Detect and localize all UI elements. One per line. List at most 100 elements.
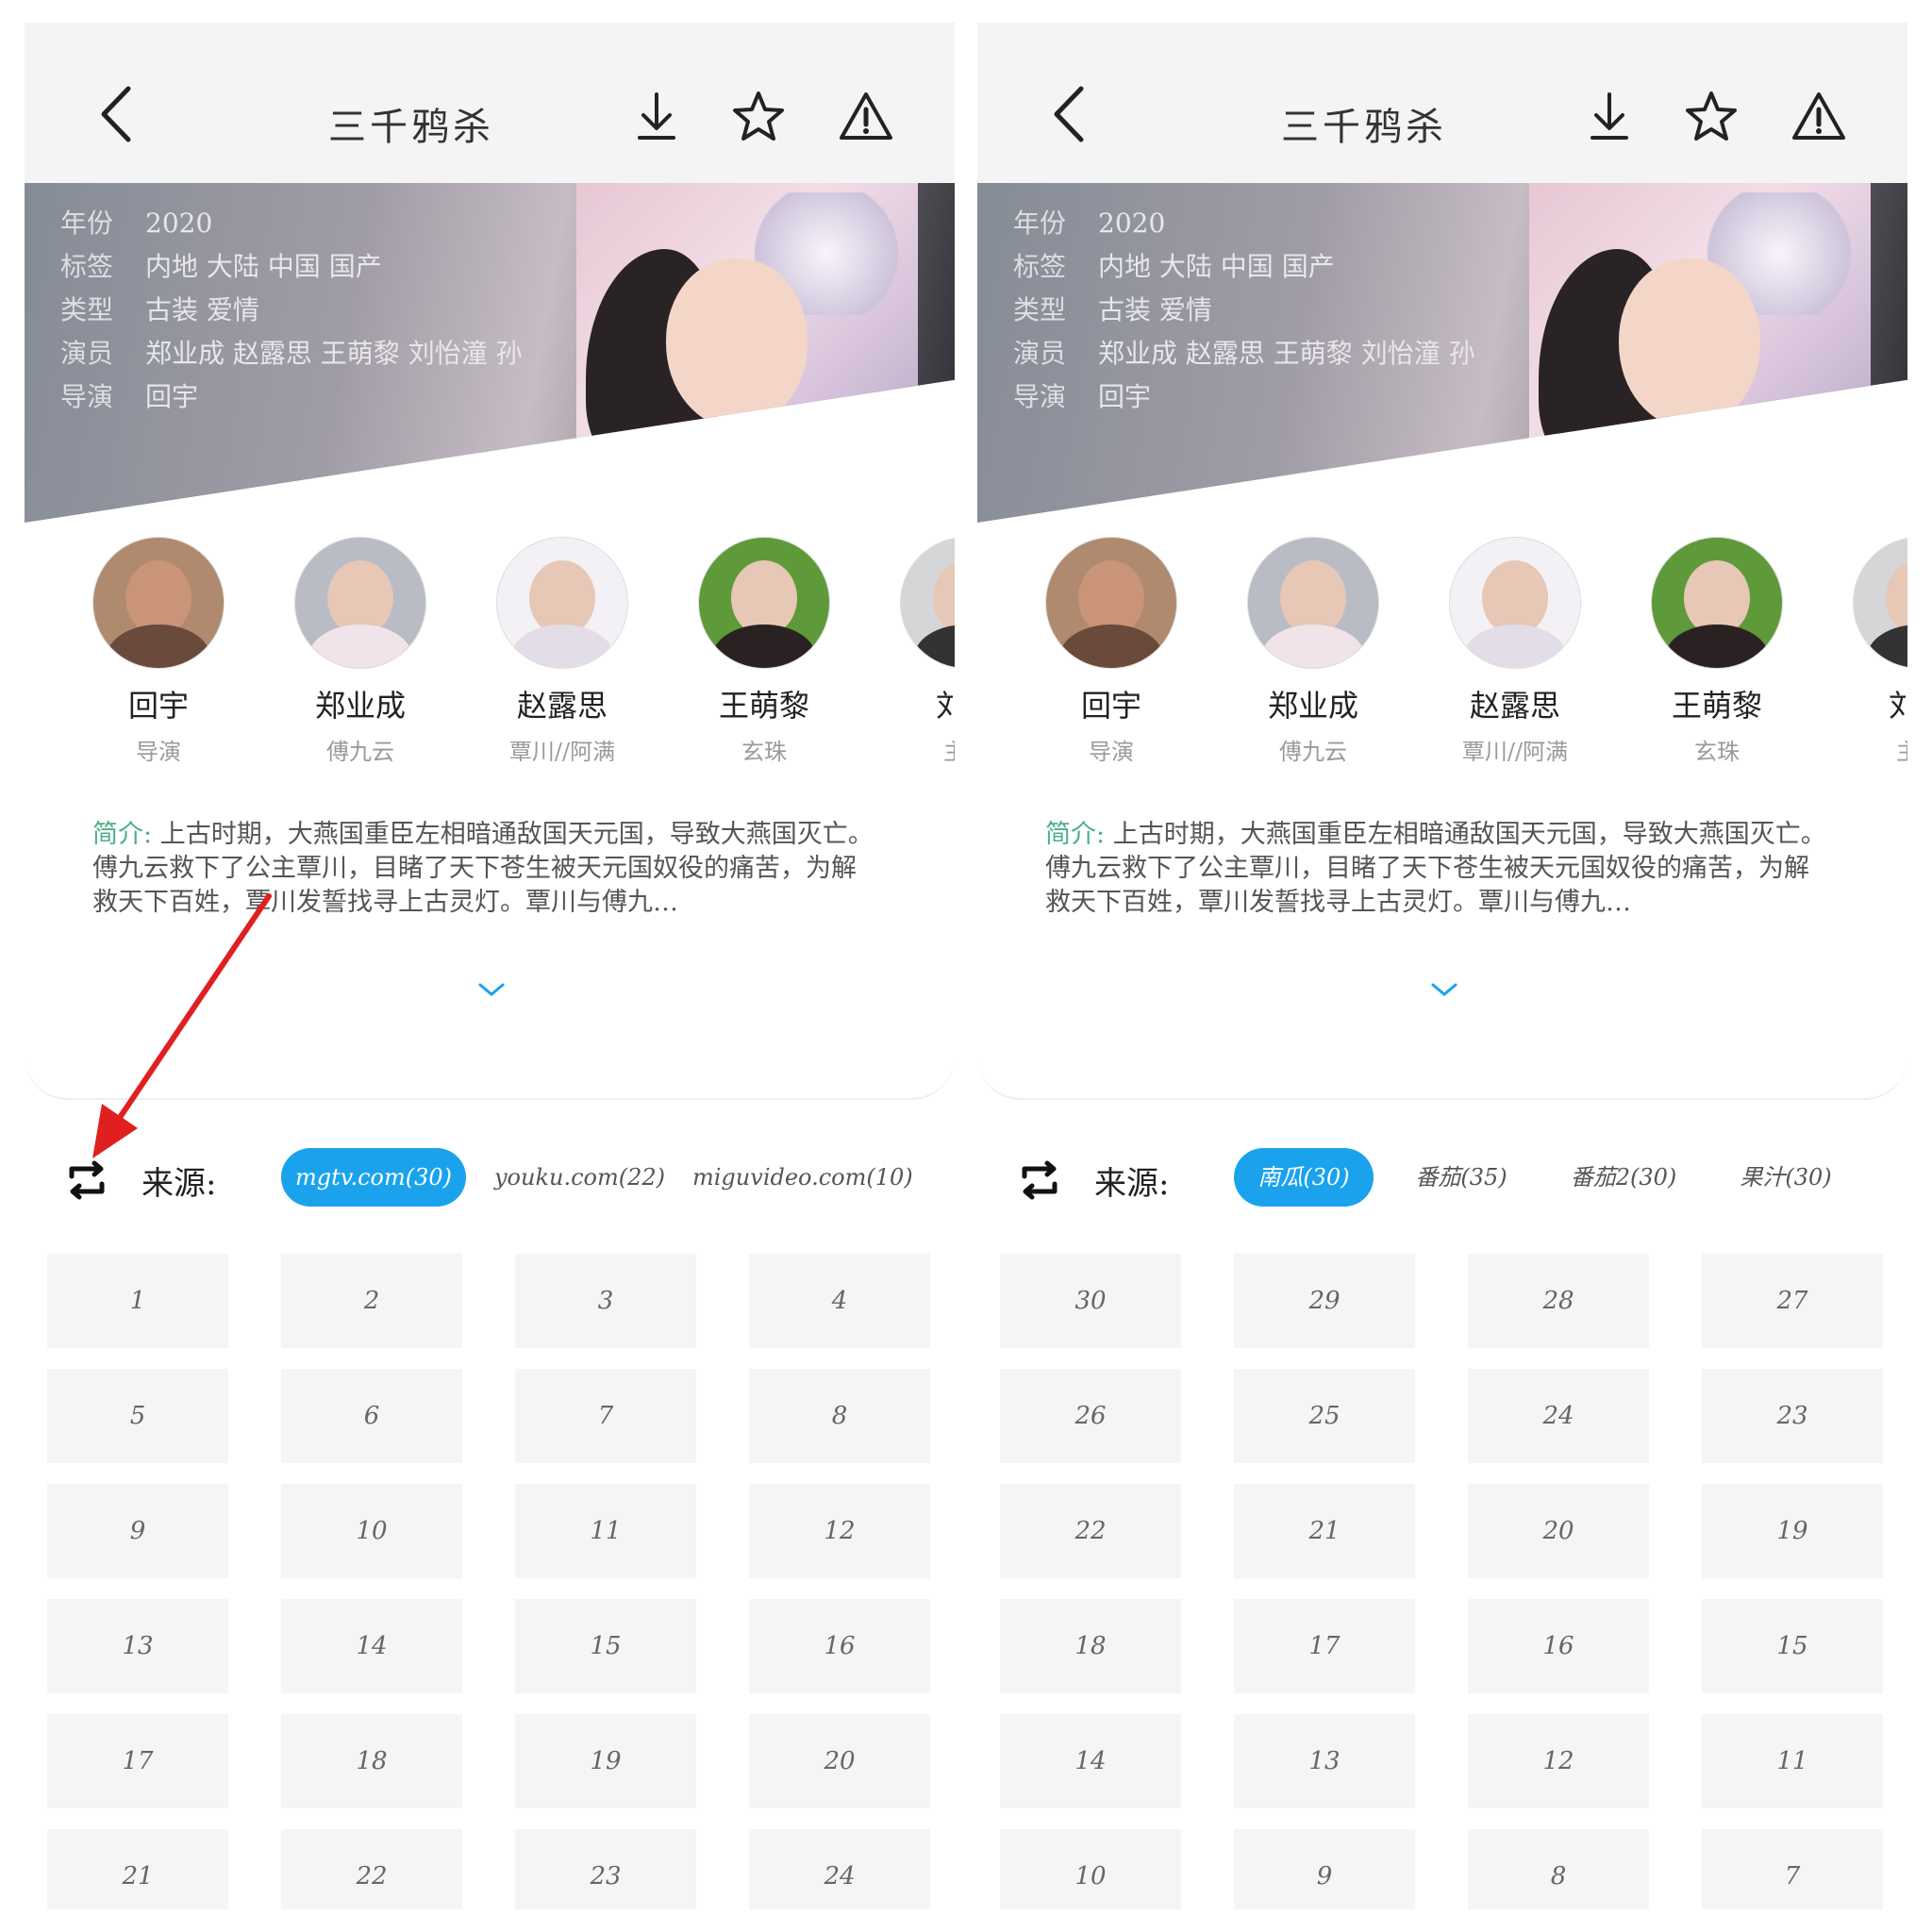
episode-button[interactable]: 10 — [1000, 1829, 1181, 1909]
episode-button[interactable]: 4 — [749, 1254, 930, 1348]
card-divider — [977, 1051, 1907, 1100]
download-icon[interactable] — [628, 89, 685, 145]
avatar — [1247, 537, 1379, 669]
episode-button[interactable]: 24 — [1468, 1369, 1649, 1463]
episode-button[interactable]: 25 — [1234, 1369, 1415, 1463]
episode-button[interactable]: 28 — [1468, 1254, 1649, 1348]
back-icon[interactable] — [91, 81, 142, 147]
episode-button[interactable]: 24 — [749, 1829, 930, 1909]
cast-member[interactable]: 赵露思 覃川//阿满 — [468, 537, 657, 766]
cast-member[interactable]: 刘怡 主演 — [1824, 537, 1907, 766]
episode-button[interactable]: 16 — [1468, 1599, 1649, 1693]
episode-button[interactable]: 30 — [1000, 1254, 1181, 1348]
episode-button[interactable]: 22 — [1000, 1484, 1181, 1578]
page-title: 三千鸦杀 — [1281, 106, 1447, 149]
top-bar: 三千鸦杀 — [25, 23, 955, 183]
episode-button[interactable]: 23 — [1702, 1369, 1883, 1463]
meta-row: 标签 内地 大陆 中国 国产 — [60, 251, 382, 282]
chevron-down-icon[interactable] — [1425, 975, 1463, 1004]
source-tab[interactable]: 番茄(35) — [1400, 1148, 1523, 1207]
cast-member[interactable]: 刘怡 主演 — [872, 537, 955, 766]
chevron-down-icon[interactable] — [473, 975, 510, 1004]
episode-button[interactable]: 12 — [1468, 1714, 1649, 1808]
synopsis: 简介: 上古时期，大燕国重臣左相暗通敌国天元国，导致大燕国灭亡。傅九云救下了公主… — [1045, 818, 1828, 920]
source-bar: 来源: mgtv.com(30) youku.com(22) miguvideo… — [25, 1141, 955, 1216]
episode-button[interactable]: 26 — [1000, 1369, 1181, 1463]
source-tab[interactable]: miguvideo.com(10) — [692, 1148, 913, 1207]
episode-button[interactable]: 9 — [1234, 1829, 1415, 1909]
cast-member[interactable]: 王萌黎 玄珠 — [670, 537, 858, 766]
synopsis-text: 上古时期，大燕国重臣左相暗通敌国天元国，导致大燕国灭亡。傅九云救下了公主覃川，目… — [1045, 820, 1826, 917]
star-icon[interactable] — [1683, 89, 1740, 145]
episode-button[interactable]: 23 — [515, 1829, 696, 1909]
episode-button[interactable]: 19 — [1702, 1484, 1883, 1578]
episode-button[interactable]: 18 — [1000, 1599, 1181, 1693]
avatar — [1651, 537, 1783, 669]
episode-button[interactable]: 6 — [281, 1369, 462, 1463]
episode-button[interactable]: 20 — [1468, 1484, 1649, 1578]
source-tab[interactable]: youku.com(22) — [494, 1148, 665, 1207]
episode-button[interactable]: 13 — [47, 1599, 228, 1693]
episode-button[interactable]: 10 — [281, 1484, 462, 1578]
swap-source-icon[interactable] — [62, 1156, 111, 1205]
poster-image — [1529, 183, 1871, 466]
meta-row: 年份 2020 — [1013, 208, 1166, 239]
meta-row: 演员 郑业成 赵露思 王萌黎 刘怡潼 孙 — [60, 338, 523, 369]
warning-icon[interactable] — [1790, 89, 1847, 145]
cast-member[interactable]: 郑业成 傅九云 — [1219, 537, 1407, 766]
cast-member[interactable]: 郑业成 傅九云 — [266, 537, 455, 766]
cast-member[interactable]: 赵露思 覃川//阿满 — [1421, 537, 1609, 766]
episode-button[interactable]: 15 — [515, 1599, 696, 1693]
episode-button[interactable]: 17 — [47, 1714, 228, 1808]
episode-button[interactable]: 29 — [1234, 1254, 1415, 1348]
page-title: 三千鸦杀 — [328, 106, 494, 149]
swap-source-icon[interactable] — [1015, 1156, 1064, 1205]
episode-button[interactable]: 17 — [1234, 1599, 1415, 1693]
episode-button[interactable]: 22 — [281, 1829, 462, 1909]
warning-icon[interactable] — [838, 89, 894, 145]
star-icon[interactable] — [730, 89, 787, 145]
back-icon[interactable] — [1043, 81, 1094, 147]
avatar — [698, 537, 830, 669]
screen-left: 三千鸦杀 年份 2020 标签 内地 大陆 中国 国产 类型 古装 爱情 演员 郑业成 … — [25, 23, 955, 1909]
episode-button[interactable]: 19 — [515, 1714, 696, 1808]
source-label: 来源: — [142, 1165, 217, 1203]
episode-button[interactable]: 2 — [281, 1254, 462, 1348]
episode-button[interactable]: 21 — [47, 1829, 228, 1909]
episode-button[interactable]: 3 — [515, 1254, 696, 1348]
episode-button[interactable]: 8 — [1468, 1829, 1649, 1909]
episode-button[interactable]: 20 — [749, 1714, 930, 1808]
episode-button[interactable]: 14 — [281, 1599, 462, 1693]
synopsis: 简介: 上古时期，大燕国重臣左相暗通敌国天元国，导致大燕国灭亡。傅九云救下了公主… — [92, 818, 875, 920]
episode-button[interactable]: 21 — [1234, 1484, 1415, 1578]
episode-button[interactable]: 8 — [749, 1369, 930, 1463]
synopsis-label: 简介: — [92, 820, 153, 849]
meta-info: 年份 2020 标签 内地 大陆 中国 国产 类型 古装 爱情 演员 郑业成 赵露思 王… — [1013, 202, 1475, 419]
episode-button[interactable]: 14 — [1000, 1714, 1181, 1808]
cast-member[interactable]: 回宇 导演 — [1017, 537, 1206, 766]
episode-button[interactable]: 13 — [1234, 1714, 1415, 1808]
episode-button[interactable]: 18 — [281, 1714, 462, 1808]
source-tab[interactable]: mgtv.com(30) — [281, 1148, 466, 1207]
cast-member[interactable]: 王萌黎 玄珠 — [1623, 537, 1811, 766]
source-tab[interactable]: 果汁(30) — [1724, 1148, 1847, 1207]
source-tab[interactable]: 南瓜(30) — [1234, 1148, 1374, 1207]
episode-button[interactable]: 7 — [1702, 1829, 1883, 1909]
episode-button[interactable]: 15 — [1702, 1599, 1883, 1693]
episode-button[interactable]: 11 — [1702, 1714, 1883, 1808]
episode-button[interactable]: 1 — [47, 1254, 228, 1348]
episode-button[interactable]: 27 — [1702, 1254, 1883, 1348]
episode-button[interactable]: 5 — [47, 1369, 228, 1463]
episode-button[interactable]: 9 — [47, 1484, 228, 1578]
episode-button[interactable]: 11 — [515, 1484, 696, 1578]
meta-row: 年份 2020 — [60, 208, 213, 239]
download-icon[interactable] — [1581, 89, 1638, 145]
cast-member[interactable]: 回宇 导演 — [64, 537, 253, 766]
episode-button[interactable]: 12 — [749, 1484, 930, 1578]
episode-button[interactable]: 16 — [749, 1599, 930, 1693]
avatar — [900, 537, 955, 669]
source-tab[interactable]: 番茄2(30) — [1553, 1148, 1694, 1207]
meta-info: 年份 2020 标签 内地 大陆 中国 国产 类型 古装 爱情 演员 郑业成 赵露思 王… — [60, 202, 523, 419]
avatar — [294, 537, 426, 669]
episode-button[interactable]: 7 — [515, 1369, 696, 1463]
